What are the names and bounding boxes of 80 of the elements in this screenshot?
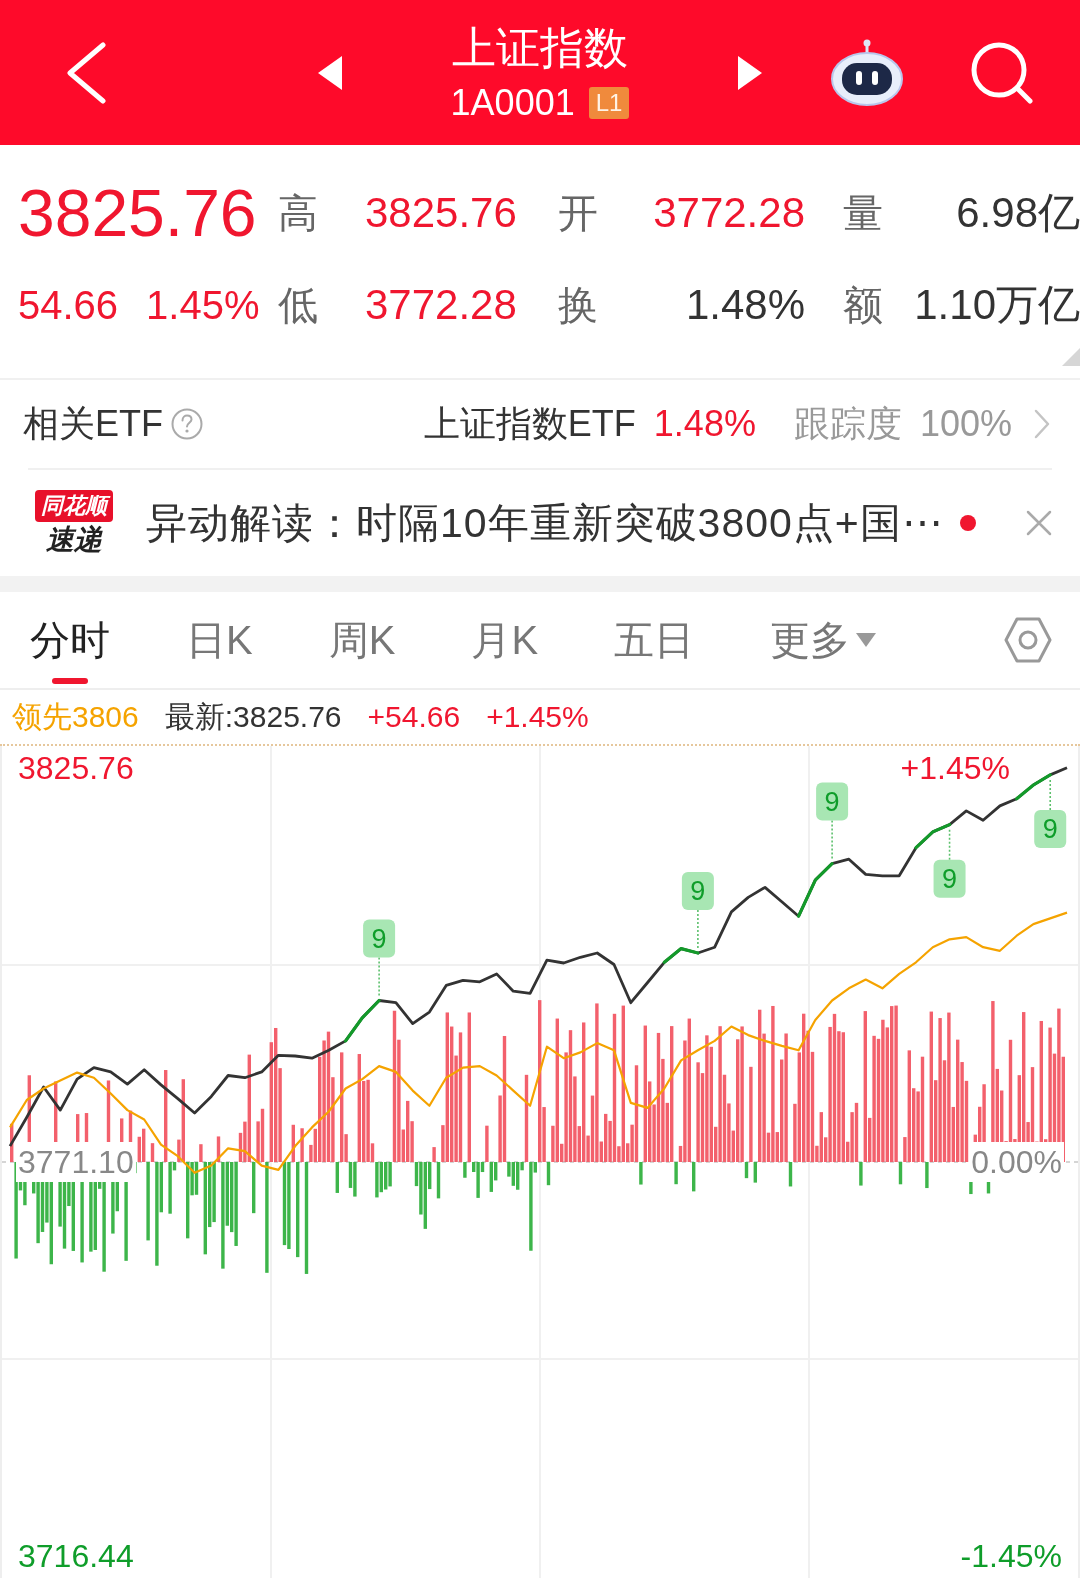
falling-volume-bar (463, 1162, 467, 1178)
leader-line (948, 828, 951, 861)
stat-label: 低 (278, 282, 318, 329)
signal-segment (914, 823, 952, 850)
falling-volume-bar (744, 1162, 749, 1179)
robot-icon[interactable] (830, 38, 904, 107)
close-icon[interactable] (1026, 510, 1052, 536)
stat-value: 3825.76 (365, 189, 517, 237)
level-badge: L1 (588, 86, 630, 119)
falling-volume-bar (436, 1162, 441, 1199)
axis-label: 3825.76 (17, 749, 135, 788)
falling-volume-bar (252, 1162, 256, 1214)
leader-line (378, 956, 380, 997)
period-tab[interactable]: 月K (471, 592, 539, 688)
axis-label: -1.45% (959, 1537, 1063, 1576)
signal-segment (344, 998, 381, 1043)
period-tab[interactable]: 分时 (30, 592, 110, 688)
falling-volume-bar (753, 1162, 757, 1183)
period-tab[interactable]: 更多 (770, 592, 877, 688)
signal-badge[interactable]: 9 (363, 919, 396, 958)
period-tab[interactable]: 周K (328, 592, 396, 688)
price-change: 54.66 (18, 282, 119, 329)
stat-value: 3772.28 (653, 189, 805, 237)
signal-badge[interactable]: 9 (816, 782, 849, 821)
search-icon[interactable] (971, 41, 1033, 104)
stat-value: 6.98亿 (956, 189, 1080, 237)
signal-segment (797, 862, 834, 918)
axis-label: +1.45% (899, 749, 1011, 788)
falling-volume-bar (692, 1162, 696, 1192)
falling-volume-bar (925, 1162, 929, 1189)
etf-name: 上证指数ETF (423, 402, 636, 446)
leader-line (697, 909, 699, 949)
etf-change: 1.48% (653, 402, 756, 446)
logo-text: 速递 (46, 524, 102, 556)
current-price: 3825.76 (18, 180, 257, 246)
signal-segment (1015, 773, 1052, 801)
stat-label: 额 (843, 282, 883, 329)
back-icon[interactable] (66, 41, 106, 104)
stat-label: 换 (558, 282, 598, 329)
signal-badge[interactable]: 9 (933, 859, 966, 898)
axis-label: 0.00% (969, 1142, 1064, 1182)
falling-volume-bar (639, 1162, 643, 1185)
signal-badge[interactable]: 9 (681, 871, 714, 910)
percent-change: 1.45% (146, 282, 260, 329)
signal-badge[interactable]: 9 (1034, 809, 1067, 848)
signal-segment (662, 947, 700, 964)
news-headline[interactable]: 异动解读：时隔10年重新突破3800点+国⋯ (146, 499, 944, 547)
help-icon[interactable] (171, 408, 203, 440)
falling-volume-bar (859, 1162, 863, 1186)
etf-label: 相关ETF (23, 402, 163, 446)
falling-volume-bar (546, 1162, 551, 1186)
latest-change: +54.66 (367, 699, 461, 735)
tracking-label: 跟踪度 (793, 402, 902, 446)
falling-volume-bar (898, 1162, 903, 1185)
stat-label: 高 (278, 190, 318, 237)
axis-label: 3716.44 (17, 1537, 135, 1576)
falling-volume-bar (788, 1162, 793, 1187)
period-tab[interactable]: 五日 (614, 592, 695, 688)
settings-icon[interactable] (1004, 616, 1052, 664)
triangle-right-icon[interactable] (738, 55, 762, 90)
stat-label: 量 (843, 190, 883, 237)
latest-price: 最新:3825.76 (164, 699, 342, 735)
tracking-value: 100% (919, 402, 1012, 446)
falling-volume-bar (674, 1162, 678, 1185)
stat-value: 3772.28 (365, 281, 517, 329)
latest-percent: +1.45% (486, 699, 589, 735)
index-code: 1A0001 (450, 81, 575, 124)
falling-volume-bar (335, 1162, 339, 1193)
caret-icon (856, 633, 877, 647)
page-title: 上证指数 (452, 21, 628, 74)
leader-line (831, 819, 833, 860)
period-tab[interactable]: 日K (186, 592, 253, 688)
stat-value: 1.48% (685, 281, 805, 329)
axis-label: 3771.10 (16, 1142, 136, 1182)
triangle-left-icon[interactable] (318, 55, 342, 90)
logo-tag: 同花顺 (35, 490, 113, 522)
stat-value: 1.10万亿 (914, 281, 1080, 329)
lead-index: 领先3806 (12, 699, 139, 735)
stat-label: 开 (558, 190, 598, 237)
leader-line (1049, 779, 1051, 811)
